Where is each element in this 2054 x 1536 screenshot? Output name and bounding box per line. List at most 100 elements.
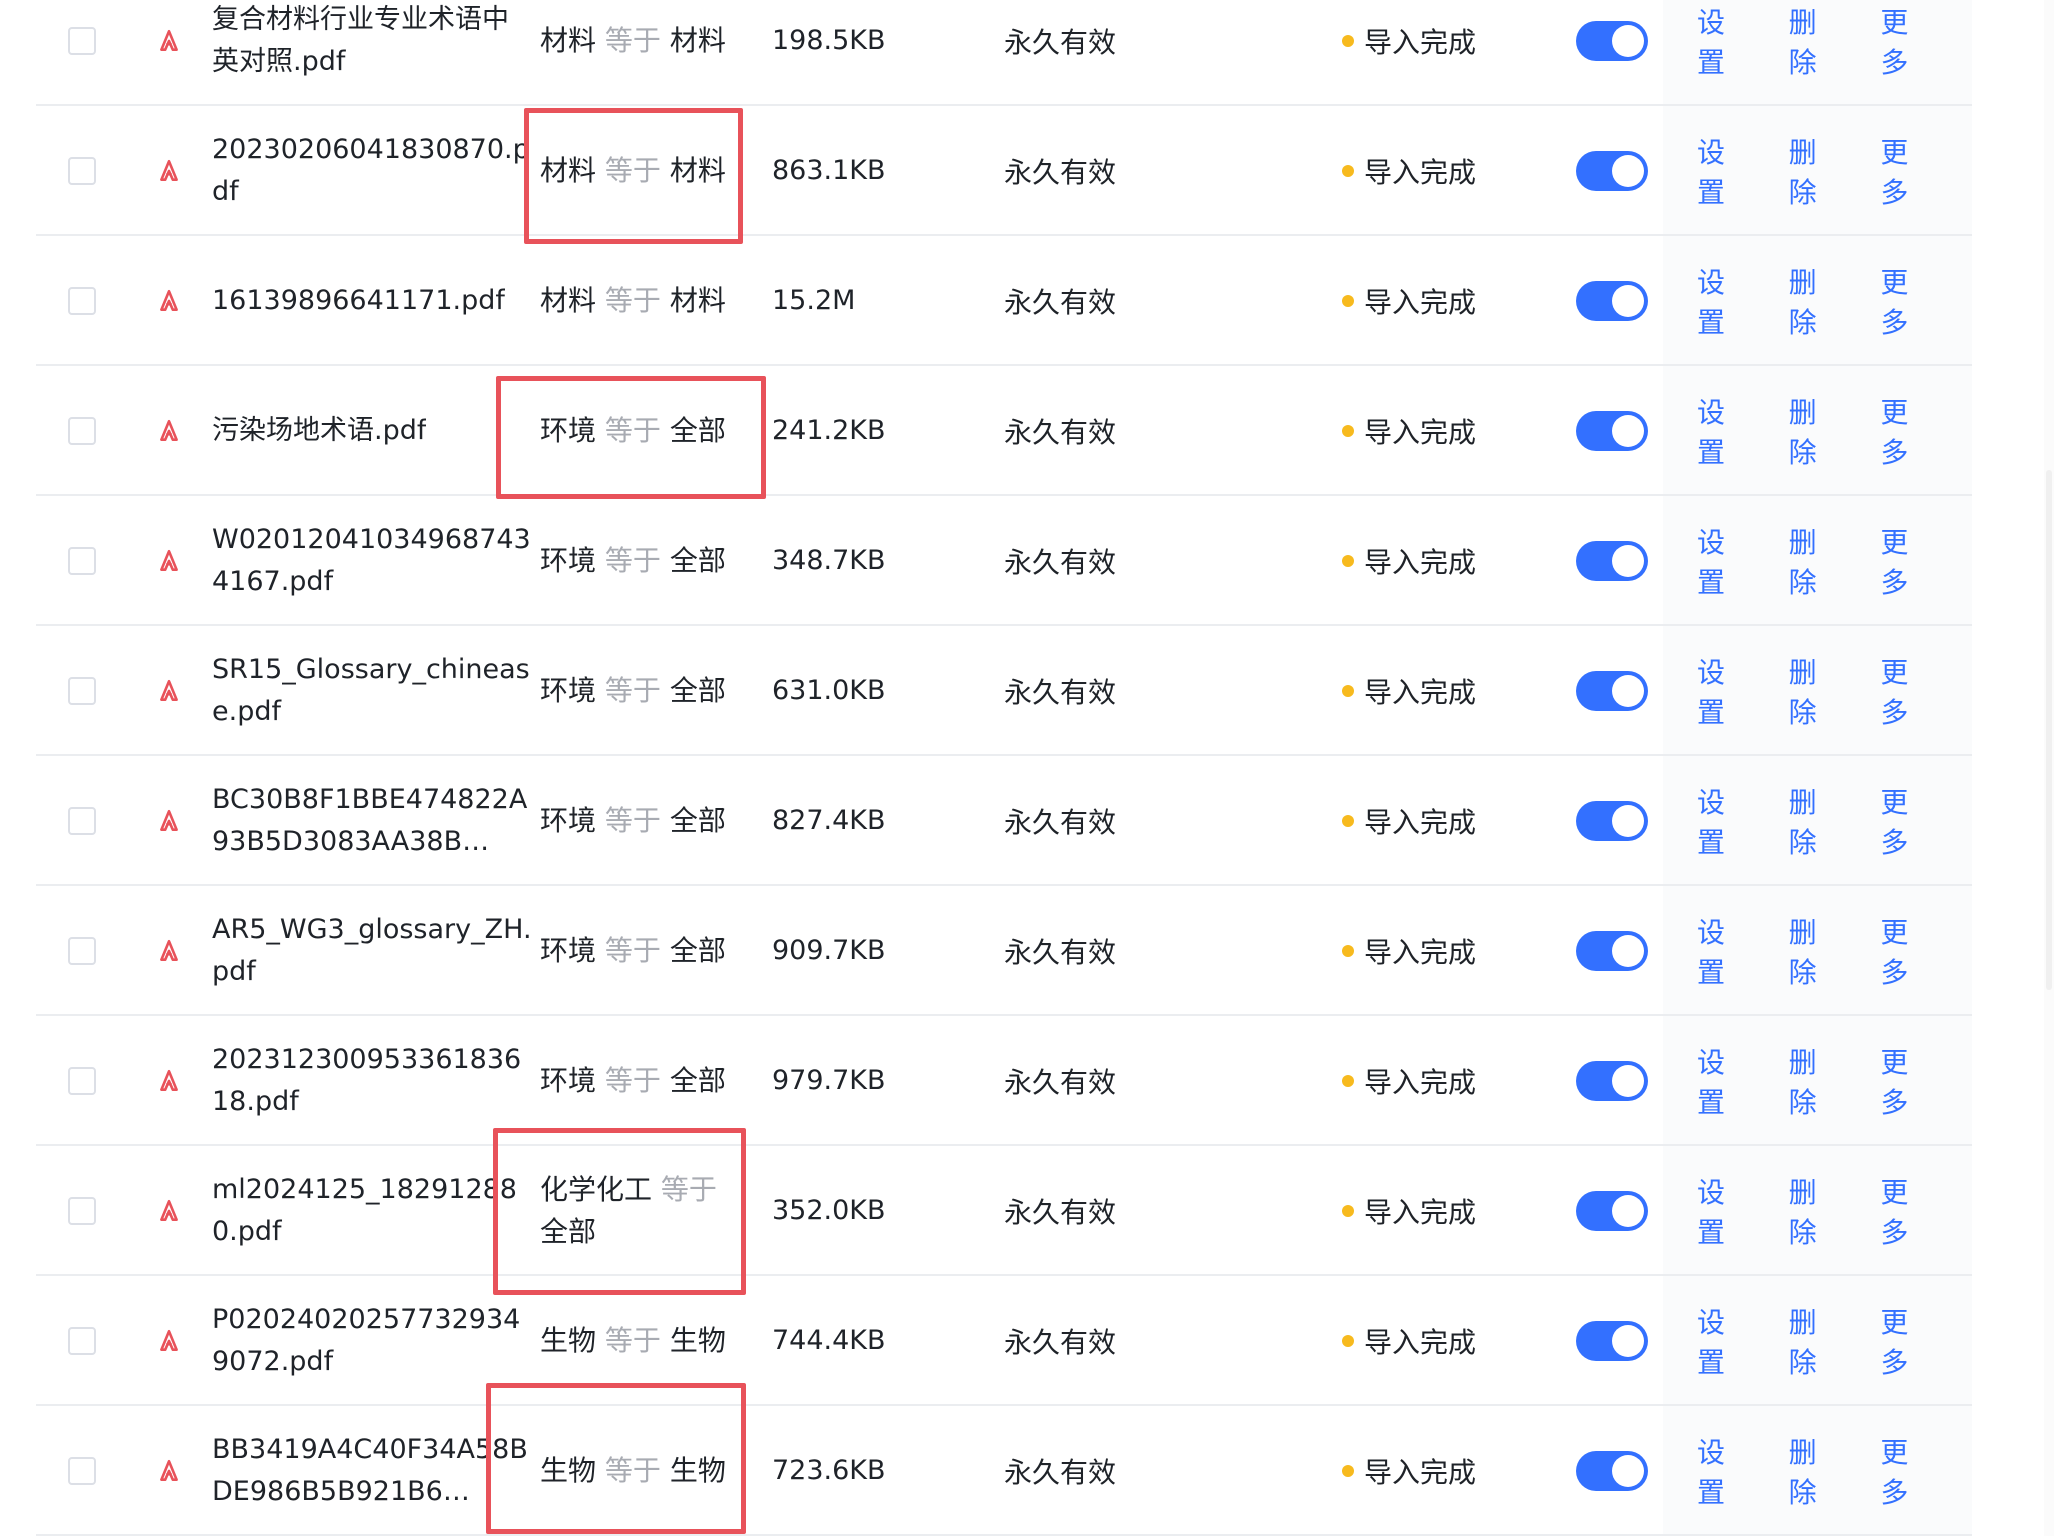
domain-scope: 全部 <box>669 933 726 967</box>
delete-link[interactable]: 删除 <box>1789 1041 1845 1121</box>
settings-link[interactable]: 设置 <box>1697 781 1753 861</box>
settings-link[interactable]: 设置 <box>1697 1171 1753 1251</box>
domain-condition-cell: 材料 等于 材料 <box>540 0 740 104</box>
delete-link[interactable]: 删除 <box>1789 1301 1845 1381</box>
row-checkbox[interactable] <box>68 1326 96 1355</box>
validity-period: 永久有效 <box>1004 1325 1117 1359</box>
row-checkbox-cell <box>68 497 96 624</box>
row-checkbox[interactable] <box>68 416 96 445</box>
more-link[interactable]: 更多 <box>1880 391 1936 471</box>
table-row: W020120410349687434167.pdf 环境 等于 全部 348.7K… <box>36 497 1972 626</box>
row-checkbox[interactable] <box>68 1066 96 1095</box>
enable-toggle[interactable] <box>1576 150 1648 191</box>
delete-link[interactable]: 删除 <box>1789 781 1845 861</box>
more-link[interactable]: 更多 <box>1880 261 1936 341</box>
enable-toggle[interactable] <box>1576 540 1648 581</box>
table-row: 16139896641171.pdf 材料 等于 材料 15.2M 永久有效 导入完成 设… <box>36 237 1972 366</box>
toggle-knob <box>1612 284 1644 317</box>
settings-link[interactable]: 设置 <box>1697 1431 1753 1511</box>
row-checkbox[interactable] <box>68 26 96 55</box>
settings-link[interactable]: 设置 <box>1697 261 1753 341</box>
more-link[interactable]: 更多 <box>1880 521 1936 601</box>
import-status: 导入完成 <box>1342 1277 1476 1404</box>
row-checkbox[interactable] <box>68 286 96 315</box>
row-actions: 设置 删除 更多 <box>1697 367 1972 494</box>
delete-link[interactable]: 删除 <box>1789 1431 1845 1511</box>
enable-toggle[interactable] <box>1576 1450 1648 1491</box>
more-link[interactable]: 更多 <box>1880 1431 1936 1511</box>
delete-link[interactable]: 删除 <box>1789 911 1845 991</box>
scrollbar-thumb[interactable] <box>2046 470 2052 990</box>
file-name: BC30B8F1BBE474822A93B5D3083AA38B… <box>212 783 528 857</box>
more-link[interactable]: 更多 <box>1880 781 1936 861</box>
status-dot-icon <box>1342 554 1354 567</box>
more-link[interactable]: 更多 <box>1880 1171 1936 1251</box>
row-checkbox-cell <box>68 107 96 234</box>
row-checkbox-cell <box>68 757 96 884</box>
domain-field: 生物 <box>540 1323 597 1357</box>
delete-link[interactable]: 删除 <box>1789 391 1845 471</box>
more-link[interactable]: 更多 <box>1880 1041 1936 1121</box>
enable-toggle[interactable] <box>1576 410 1648 451</box>
delete-link[interactable]: 删除 <box>1789 1 1845 81</box>
status-dot-icon <box>1342 1204 1354 1217</box>
domain-condition-cell: 环境 等于 全部 <box>540 627 740 754</box>
row-checkbox[interactable] <box>68 676 96 705</box>
vertical-scrollbar[interactable] <box>2044 0 2054 1536</box>
more-link[interactable]: 更多 <box>1880 1 1936 81</box>
enable-toggle[interactable] <box>1576 670 1648 711</box>
enable-toggle[interactable] <box>1576 930 1648 971</box>
domain-field: 环境 <box>540 1063 597 1097</box>
more-link[interactable]: 更多 <box>1880 911 1936 991</box>
row-checkbox[interactable] <box>68 156 96 185</box>
condition-operator: 等于 <box>604 673 661 707</box>
row-checkbox[interactable] <box>68 1196 96 1225</box>
row-checkbox[interactable] <box>68 1456 96 1485</box>
more-link[interactable]: 更多 <box>1880 651 1936 731</box>
file-name-cell: 16139896641171.pdf <box>212 237 532 364</box>
pdf-file-icon <box>156 497 182 624</box>
pdf-file-icon <box>156 757 182 884</box>
delete-link[interactable]: 删除 <box>1789 131 1845 211</box>
table-row: P020240202577329349072.pdf 生物 等于 生物 744.4K… <box>36 1277 1972 1406</box>
settings-link[interactable]: 设置 <box>1697 1 1753 81</box>
row-checkbox[interactable] <box>68 806 96 835</box>
delete-link[interactable]: 删除 <box>1789 651 1845 731</box>
enable-toggle-cell <box>1576 367 1648 494</box>
enable-toggle[interactable] <box>1576 800 1648 841</box>
settings-link[interactable]: 设置 <box>1697 911 1753 991</box>
domain-scope: 全部 <box>669 803 726 837</box>
file-size: 241.2KB <box>772 415 886 446</box>
delete-link[interactable]: 删除 <box>1789 261 1845 341</box>
row-checkbox[interactable] <box>68 936 96 965</box>
enable-toggle[interactable] <box>1576 1320 1648 1361</box>
settings-link[interactable]: 设置 <box>1697 391 1753 471</box>
highlight-box-row10 <box>493 1128 746 1295</box>
more-link[interactable]: 更多 <box>1880 1301 1936 1381</box>
enable-toggle[interactable] <box>1576 1190 1648 1231</box>
row-checkbox-cell <box>68 0 96 104</box>
settings-link[interactable]: 设置 <box>1697 651 1753 731</box>
enable-toggle-cell <box>1576 107 1648 234</box>
delete-link[interactable]: 删除 <box>1789 1171 1845 1251</box>
settings-link[interactable]: 设置 <box>1697 131 1753 211</box>
row-checkbox[interactable] <box>68 546 96 575</box>
settings-link[interactable]: 设置 <box>1697 521 1753 601</box>
enable-toggle[interactable] <box>1576 280 1648 321</box>
table-row: 20231230095336183618.pdf 环境 等于 全部 979.7KB 永… <box>36 1017 1972 1146</box>
enable-toggle-cell <box>1576 1407 1648 1534</box>
toggle-knob <box>1612 414 1644 447</box>
more-link[interactable]: 更多 <box>1880 131 1936 211</box>
settings-link[interactable]: 设置 <box>1697 1301 1753 1381</box>
row-checkbox-cell <box>68 887 96 1014</box>
delete-link[interactable]: 删除 <box>1789 521 1845 601</box>
file-name-cell: W020120410349687434167.pdf <box>212 497 532 624</box>
enable-toggle[interactable] <box>1576 1060 1648 1101</box>
status-label: 导入完成 <box>1364 415 1477 449</box>
status-label: 导入完成 <box>1364 285 1477 319</box>
status-label: 导入完成 <box>1364 675 1477 709</box>
settings-link[interactable]: 设置 <box>1697 1041 1753 1121</box>
row-checkbox-cell <box>68 1277 96 1404</box>
enable-toggle[interactable] <box>1576 20 1648 61</box>
domain-condition-cell: 环境 等于 全部 <box>540 497 740 624</box>
